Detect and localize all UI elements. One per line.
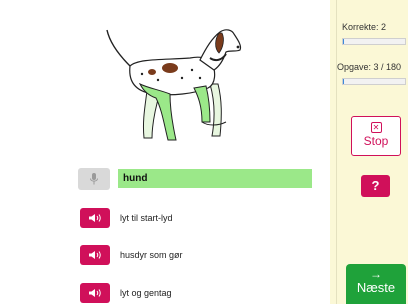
- exercise-area: hund lyt til start-lyd husdyr som gør ly…: [0, 0, 330, 304]
- task-progress-fill: [343, 79, 345, 84]
- dog-illustration: [106, 29, 242, 141]
- arrow-right-icon: →: [370, 267, 382, 281]
- speaker-icon: [89, 251, 101, 259]
- play-repeat-button[interactable]: [80, 283, 110, 303]
- correct-progress-fill: [343, 39, 345, 44]
- hint-label: lyt til start-lyd: [120, 213, 173, 223]
- speaker-icon: [89, 289, 101, 297]
- hint-label: lyt og gentag: [120, 288, 172, 298]
- stop-button[interactable]: ✕ Stop: [351, 116, 401, 156]
- next-button[interactable]: → Næste: [346, 264, 406, 304]
- stop-label: Stop: [363, 134, 389, 148]
- hint-label: husdyr som gør: [120, 250, 183, 260]
- next-label: Næste: [356, 280, 396, 295]
- speaker-icon: [89, 214, 101, 222]
- correct-progress-bar: [342, 38, 406, 45]
- play-start-sound-button[interactable]: [80, 208, 110, 228]
- task-progress-bar: [342, 78, 406, 85]
- play-description-button[interactable]: [80, 245, 110, 265]
- help-button[interactable]: ?: [361, 175, 390, 197]
- microphone-icon: [90, 173, 98, 185]
- task-count-label: Opgave: 3 / 180: [337, 62, 402, 72]
- close-box-icon: ✕: [370, 122, 382, 133]
- correct-count-label: Korrekte: 2: [342, 22, 387, 32]
- answer-field[interactable]: hund: [118, 169, 312, 188]
- sidebar-divider: [336, 0, 337, 304]
- microphone-button[interactable]: [78, 168, 110, 190]
